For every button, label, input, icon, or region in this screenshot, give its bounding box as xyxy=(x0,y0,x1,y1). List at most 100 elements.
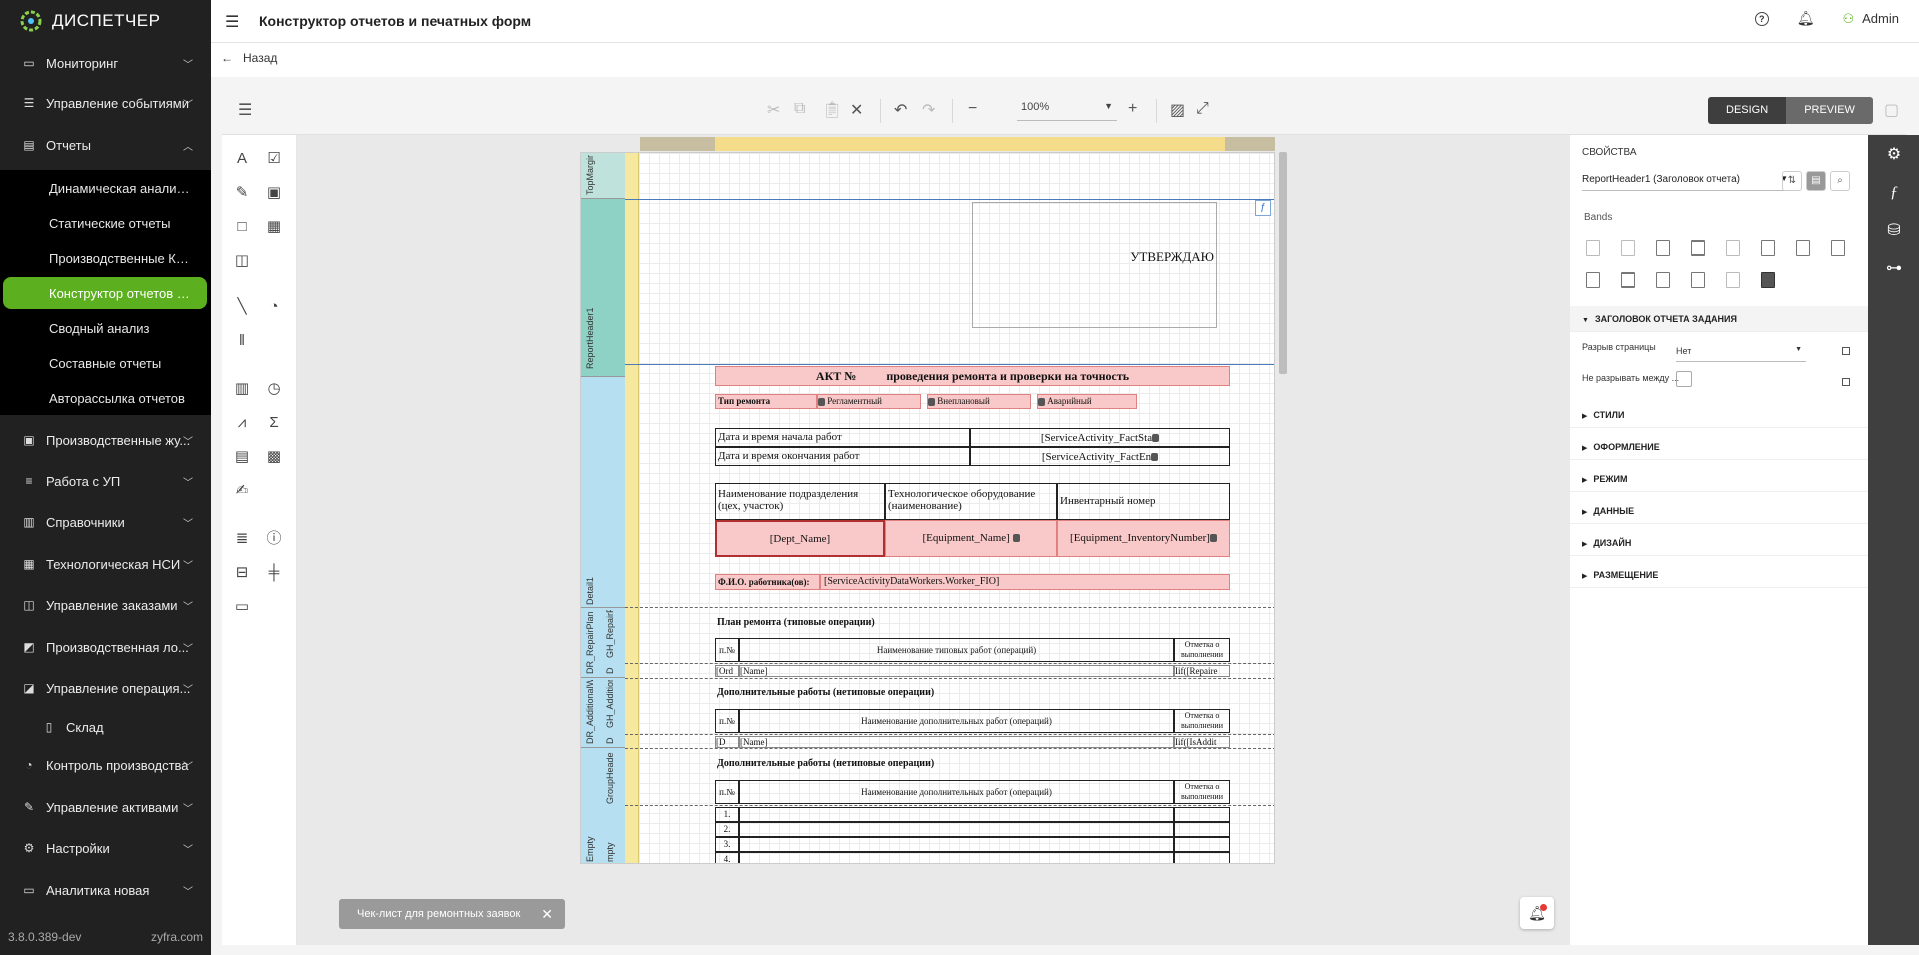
checkbox-tool-icon[interactable]: ☑ xyxy=(264,149,284,169)
band-bottommargin-icon[interactable] xyxy=(1621,272,1635,288)
repair-type-regular[interactable]: Регламентный xyxy=(817,394,921,409)
property-marker-icon[interactable] xyxy=(1842,378,1850,386)
menu-collapse-icon[interactable]: ☰ xyxy=(225,12,239,32)
workers-field[interactable]: [ServiceActivityDataWorkers.Worker_FIO] xyxy=(820,574,1230,590)
character-comb-tool-icon[interactable]: ◫ xyxy=(232,251,252,271)
hamburger-menu-icon[interactable]: ☰ xyxy=(238,100,252,120)
empty-row-mark[interactable] xyxy=(1174,822,1230,837)
section-behavior[interactable]: ▶ РЕЖИМ xyxy=(1570,466,1868,492)
band-group-header[interactable]: GroupHeade Empty mpty xyxy=(581,748,625,863)
band-additional-work[interactable]: DR_AdditionalW GH_Addition D xyxy=(581,678,625,748)
empty-row-mark[interactable] xyxy=(1174,852,1230,863)
help-icon[interactable]: ? xyxy=(1754,11,1769,26)
repair-type-unplanned[interactable]: Внеплановый xyxy=(927,394,1031,409)
sidebar-item-analytics[interactable]: ▭ Аналитика новая ﹀ xyxy=(0,872,211,908)
empty-row-name[interactable] xyxy=(739,837,1174,852)
sidebar-item-warehouse[interactable]: ▯ Склад xyxy=(0,709,211,745)
section-data[interactable]: ▶ ДАННЫЕ xyxy=(1570,498,1868,524)
gauge-tool-icon[interactable]: ◷ xyxy=(264,379,284,399)
band-verticaldetail-icon[interactable] xyxy=(1726,272,1740,288)
sidebar-item-logistics[interactable]: ◩ Производственная ло... ﹀ xyxy=(0,629,211,665)
subreport-tool-icon[interactable]: ▤ xyxy=(232,447,252,467)
section-appearance[interactable]: ▶ ОФОРМЛЕНИЕ xyxy=(1570,434,1868,460)
fullscreen-icon[interactable]: ⤢ xyxy=(1196,100,1209,118)
keep-together-checkbox[interactable] xyxy=(1676,371,1692,387)
row-mark-field[interactable]: Iif([Repaire xyxy=(1174,665,1230,677)
row-name-field-2[interactable]: [Name] xyxy=(739,736,1174,748)
additional-title-2[interactable]: Дополнительные работы (нетиповые операци… xyxy=(717,758,934,769)
additional-title[interactable]: Дополнительные работы (нетиповые операци… xyxy=(717,687,934,698)
empty-row-name[interactable] xyxy=(739,852,1174,863)
expression-icon[interactable]: ƒ xyxy=(1884,183,1904,203)
submenu-summary-analysis[interactable]: Сводный анализ xyxy=(0,312,211,344)
zoom-in-icon[interactable]: + xyxy=(1128,100,1137,118)
user-menu[interactable]: ⚇ Admin xyxy=(1842,11,1899,27)
toc-tool-icon[interactable]: ≣ xyxy=(232,529,252,549)
band-detailreport-icon[interactable] xyxy=(1761,240,1775,256)
start-date-value[interactable]: [ServiceActivity_FactSta xyxy=(970,428,1230,447)
col-additional-header[interactable]: Наименование дополнительных работ (опера… xyxy=(739,709,1174,733)
paste-icon[interactable]: 📋︎ xyxy=(822,100,842,120)
empty-row-num[interactable]: 3. xyxy=(715,837,739,852)
col-mark-header[interactable]: Отметка о выполнении xyxy=(1174,638,1230,662)
undo-icon[interactable]: ↶ xyxy=(894,100,907,120)
sidebar-item-journals[interactable]: ▣ Производственные жу... ﹀ xyxy=(0,422,211,458)
col-typical-header[interactable]: Наименование типовых работ (операций) xyxy=(739,638,1174,662)
preview-mode-button[interactable]: PREVIEW xyxy=(1786,97,1873,124)
col-dept-header[interactable]: Наименование подразделения (цех, участок… xyxy=(715,483,885,520)
band-pageheader-icon[interactable] xyxy=(1656,240,1670,256)
inventory-number-field[interactable]: [Equipment_InventoryNumber] xyxy=(1057,520,1230,557)
page-break-tool-icon[interactable]: ⊟ xyxy=(232,563,252,583)
delete-icon[interactable]: ✕ xyxy=(850,100,863,120)
start-date-label[interactable]: Дата и время начала работ xyxy=(715,428,970,447)
sidebar-item-nsi[interactable]: ▦ Технологическая НСИ ﹀ xyxy=(0,546,211,582)
row-mark-field-2[interactable]: Iif([IsAddit xyxy=(1174,736,1230,748)
empty-row-num[interactable]: 2. xyxy=(715,822,739,837)
copy-icon[interactable]: ⧉ xyxy=(794,100,805,118)
cross-band-box-tool-icon[interactable]: ▭ xyxy=(232,597,252,617)
page-info-tool-icon[interactable]: ⓘ xyxy=(264,529,284,549)
categories-icon[interactable]: ▤ xyxy=(1806,171,1826,191)
section-styles[interactable]: ▶ СТИЛИ xyxy=(1570,402,1868,428)
empty-row-name[interactable] xyxy=(739,807,1174,822)
col-mark-header-3[interactable]: Отметка о выполнении xyxy=(1174,780,1230,804)
redo-icon[interactable]: ↷ xyxy=(922,100,935,120)
band-detail[interactable]: Detail1 xyxy=(581,377,625,608)
empty-row-num[interactable]: 1. xyxy=(715,807,739,822)
submenu-kpi[interactable]: Производственные КПЭ xyxy=(0,242,211,274)
search-icon[interactable]: ⌕ xyxy=(1830,171,1850,191)
sidebar-item-assets[interactable]: ✎ Управление активами ﹀ xyxy=(0,789,211,825)
band-detail-icon[interactable] xyxy=(1726,240,1740,256)
sidebar-item-monitoring[interactable]: ▭ Мониторинг ﹀ xyxy=(0,45,211,81)
sidebar-item-operations[interactable]: ◪ Управление операция... ﹀ xyxy=(0,670,211,706)
col-num-header-2[interactable]: п.№ xyxy=(715,709,739,733)
canvas-scrollbar[interactable] xyxy=(1279,152,1287,374)
pdf-content-tool-icon[interactable]: ▩ xyxy=(264,447,284,467)
gear-icon[interactable]: ⚙ xyxy=(1884,145,1904,165)
col-mark-header-2[interactable]: Отметка о выполнении xyxy=(1174,709,1230,733)
design-mode-button[interactable]: DESIGN xyxy=(1708,97,1787,124)
sidebar-item-directories[interactable]: ▥ Справочники ﹀ xyxy=(0,504,211,540)
band-reportfooter-icon[interactable] xyxy=(1831,240,1845,256)
col-inventory-header[interactable]: Инвентарный номер xyxy=(1057,483,1230,520)
property-marker-icon[interactable] xyxy=(1842,347,1850,355)
empty-row-mark[interactable] xyxy=(1174,837,1230,852)
zoom-out-icon[interactable]: − xyxy=(968,100,977,118)
repair-type-emergency[interactable]: Аварийный xyxy=(1037,394,1137,409)
band-verticalheader-icon[interactable] xyxy=(1691,272,1705,288)
brand-link[interactable]: zyfra.com xyxy=(151,930,203,944)
sidebar-item-production-control[interactable]: ◔ Контроль производства ﹀ xyxy=(0,747,211,783)
zoom-select[interactable]: 100% ▼ xyxy=(1017,101,1117,121)
close-icon[interactable]: ✕ xyxy=(541,899,553,929)
col-equipment-header[interactable]: Технологическое оборудование (наименован… xyxy=(885,483,1057,520)
equipment-name-field[interactable]: [Equipment_Name] xyxy=(885,520,1057,557)
page-break-select[interactable]: Нет ▼ xyxy=(1676,342,1806,362)
section-layout[interactable]: ▶ РАЗМЕЩЕНИЕ xyxy=(1570,562,1868,588)
row-name-field[interactable]: [Name] xyxy=(739,665,1174,677)
cross-band-line-tool-icon[interactable]: ╪ xyxy=(264,563,284,583)
save-icon[interactable]: ▢ xyxy=(1884,100,1899,120)
band-subband-icon[interactable] xyxy=(1656,272,1670,288)
band-topmargin-icon[interactable] xyxy=(1586,240,1600,256)
label-tool-icon[interactable]: A xyxy=(232,149,252,169)
sort-az-icon[interactable]: ⇅ xyxy=(1782,171,1802,191)
